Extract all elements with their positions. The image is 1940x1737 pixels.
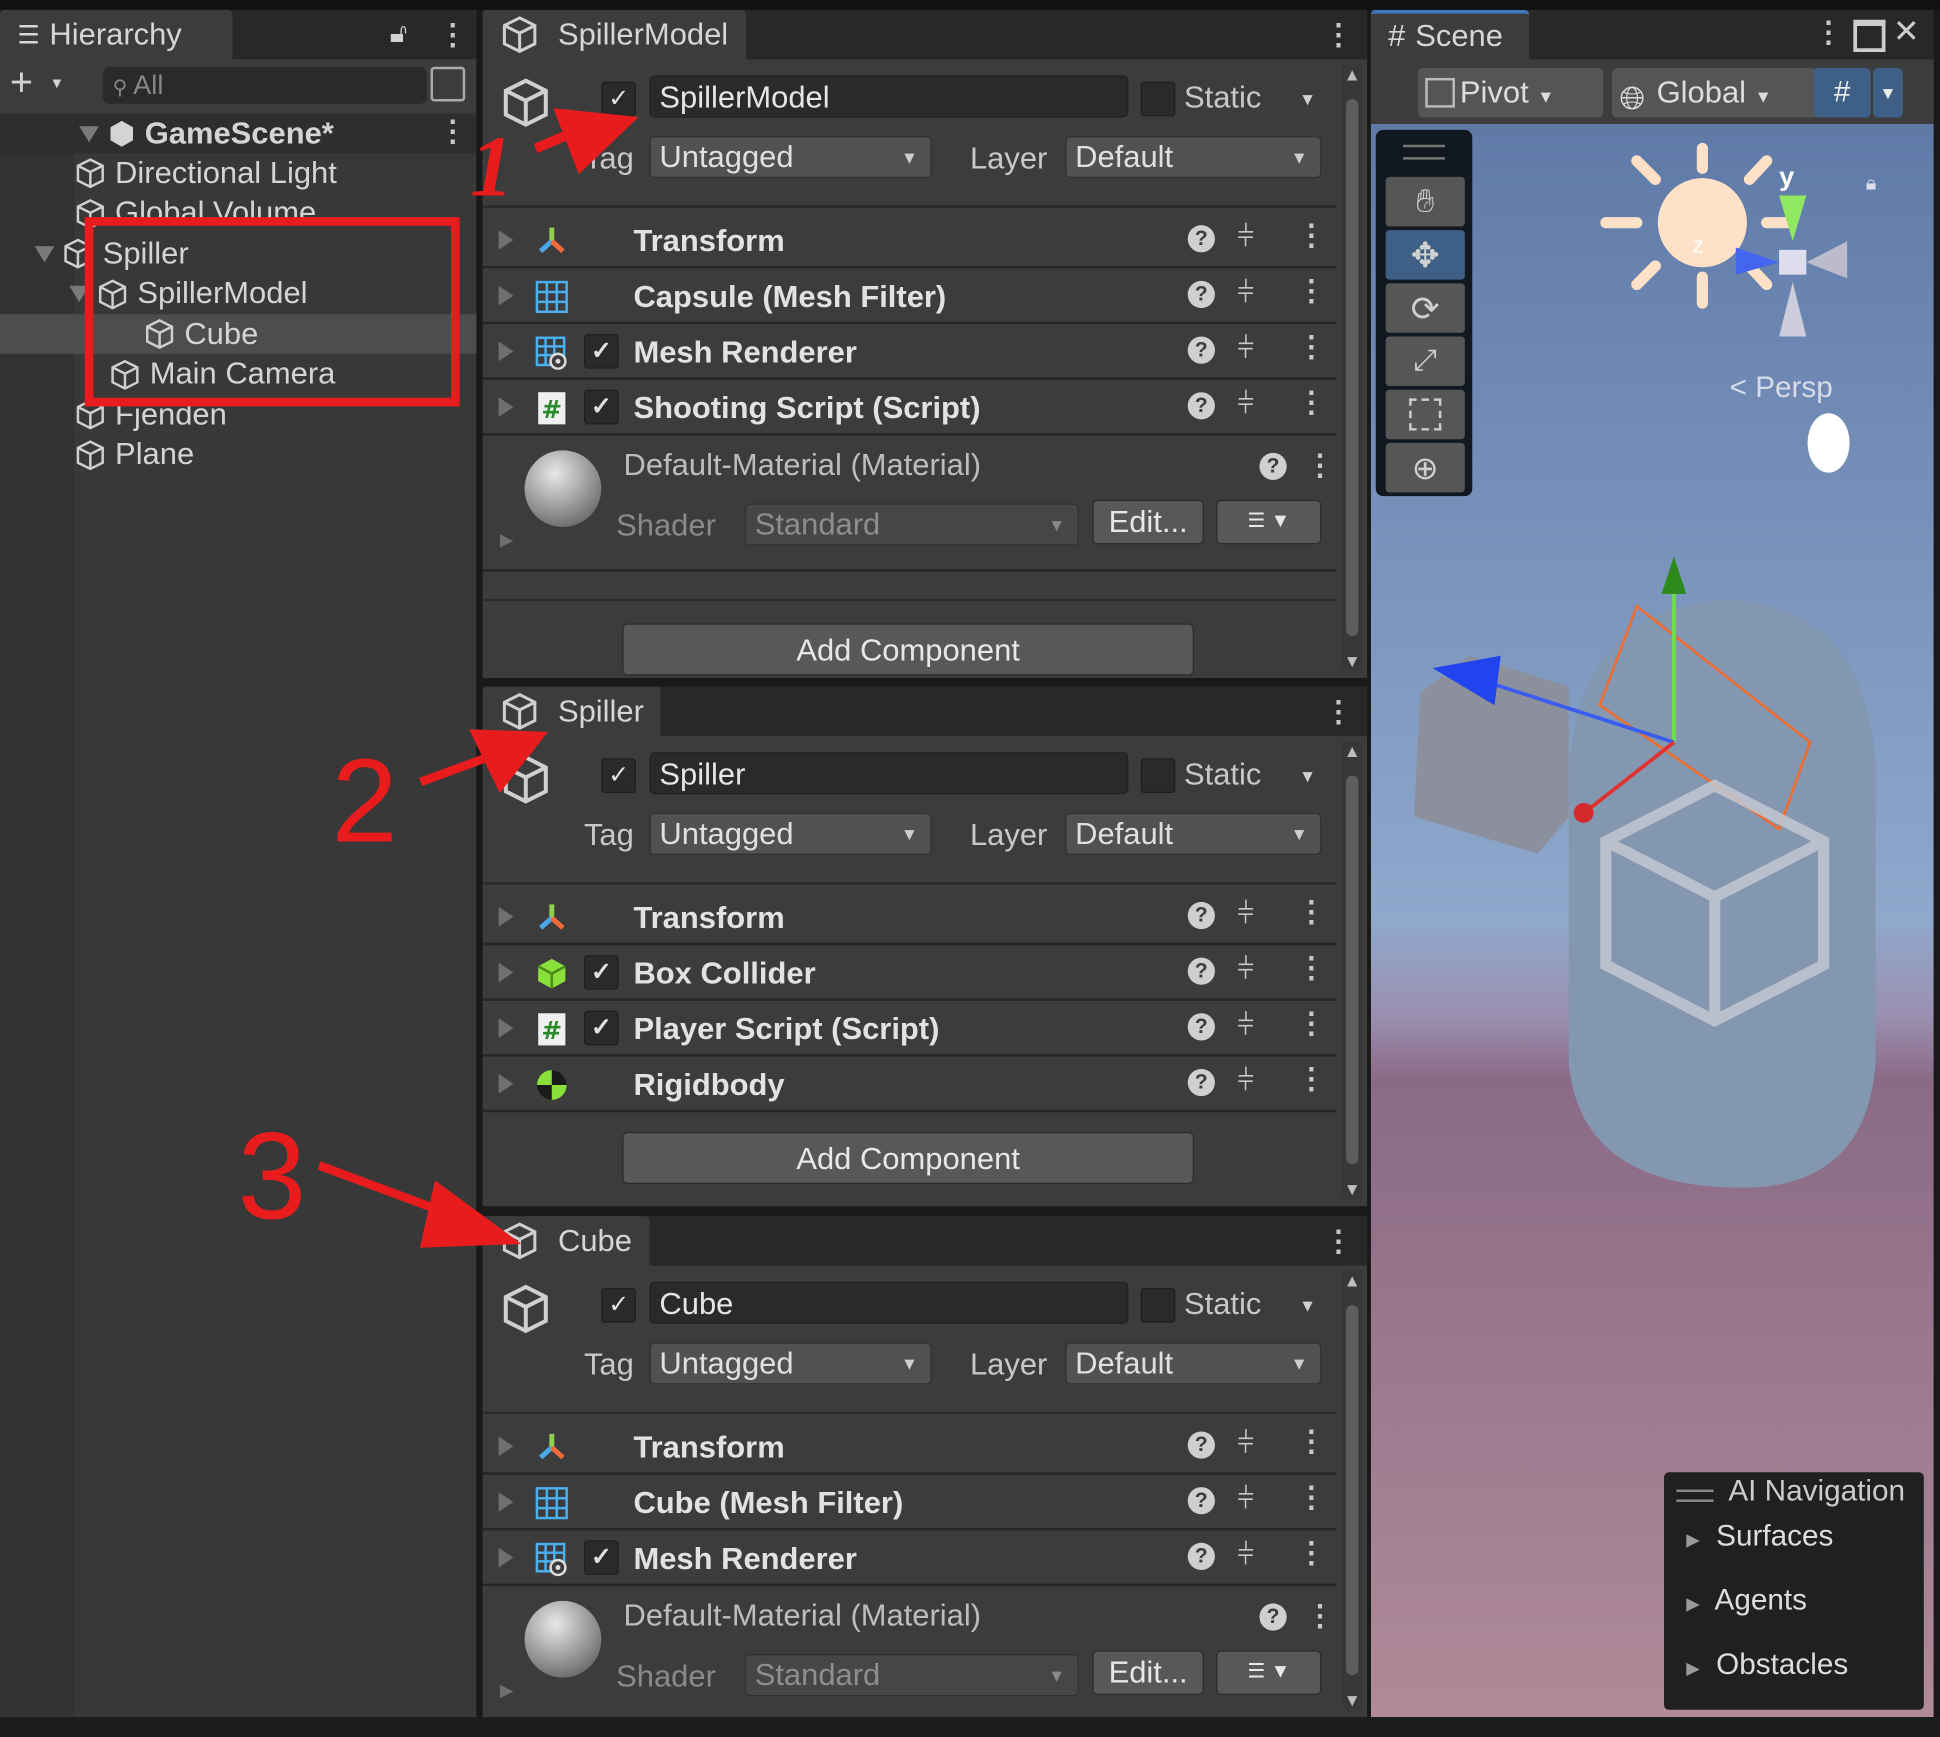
arrow-3: [419, 1180, 522, 1248]
highlight-box: [84, 217, 460, 407]
annotation-overlay: 1 2 3: [84, 108, 639, 1248]
annotation-label-3: 3: [238, 1108, 307, 1246]
annotation-label-2: 2: [332, 734, 398, 867]
annotation-label-1: 1: [470, 118, 513, 214]
arrow-1: [553, 108, 639, 175]
